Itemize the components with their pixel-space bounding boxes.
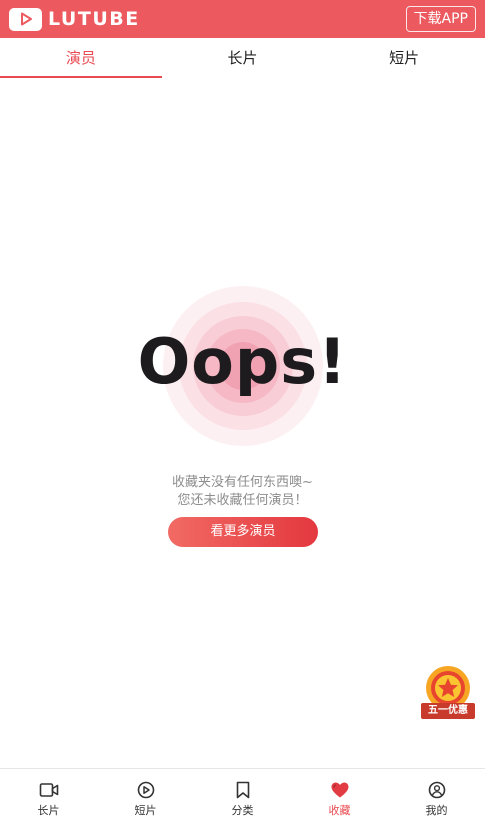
empty-message-line2: 您还未收藏任何演员！ [177, 493, 308, 508]
play-circle-icon [137, 781, 154, 799]
download-app-button[interactable]: 下载APP [405, 6, 476, 32]
nav-label: 我的 [425, 804, 448, 817]
play-logo-icon [9, 7, 42, 31]
bottom-nav: 长片 短片 分类 收藏 我的 [0, 768, 485, 823]
heart-icon [331, 782, 348, 798]
logo-text: LUTUBE [48, 8, 140, 30]
empty-message-line1: 收藏夹没有任何东西噢~ [172, 475, 313, 490]
nav-label: 长片 [37, 804, 60, 817]
nav-item-categories[interactable]: 分类 [194, 769, 291, 823]
nav-label: 短片 [134, 804, 157, 817]
nav-item-profile[interactable]: 我的 [388, 769, 485, 823]
nav-item-favorites[interactable]: 收藏 [291, 769, 388, 823]
nav-item-short-videos[interactable]: 短片 [97, 769, 194, 823]
tab-short-videos[interactable]: 短片 [323, 38, 485, 78]
app-header: LUTUBE 下载APP [0, 0, 485, 38]
tab-actors[interactable]: 演员 [0, 38, 162, 78]
tab-bar: 演员 长片 短片 [0, 38, 485, 78]
logo[interactable]: LUTUBE [9, 0, 140, 38]
oops-title: Oops! [137, 325, 348, 398]
nav-label: 分类 [231, 804, 254, 817]
user-icon [428, 781, 445, 799]
empty-state: Oops! 收藏夹没有任何东西噢~ 您还未收藏任何演员！ 看更多演员 [0, 280, 485, 560]
nav-item-long-videos[interactable]: 长片 [0, 769, 97, 823]
tab-long-videos[interactable]: 长片 [162, 38, 324, 78]
bookmark-icon [236, 781, 249, 799]
see-more-actors-button[interactable]: 看更多演员 [168, 517, 318, 547]
video-camera-icon [39, 783, 58, 797]
promo-label: 五一优惠 [421, 703, 475, 719]
nav-label: 收藏 [328, 804, 351, 817]
promo-badge[interactable]: 五一优惠 [418, 663, 478, 725]
